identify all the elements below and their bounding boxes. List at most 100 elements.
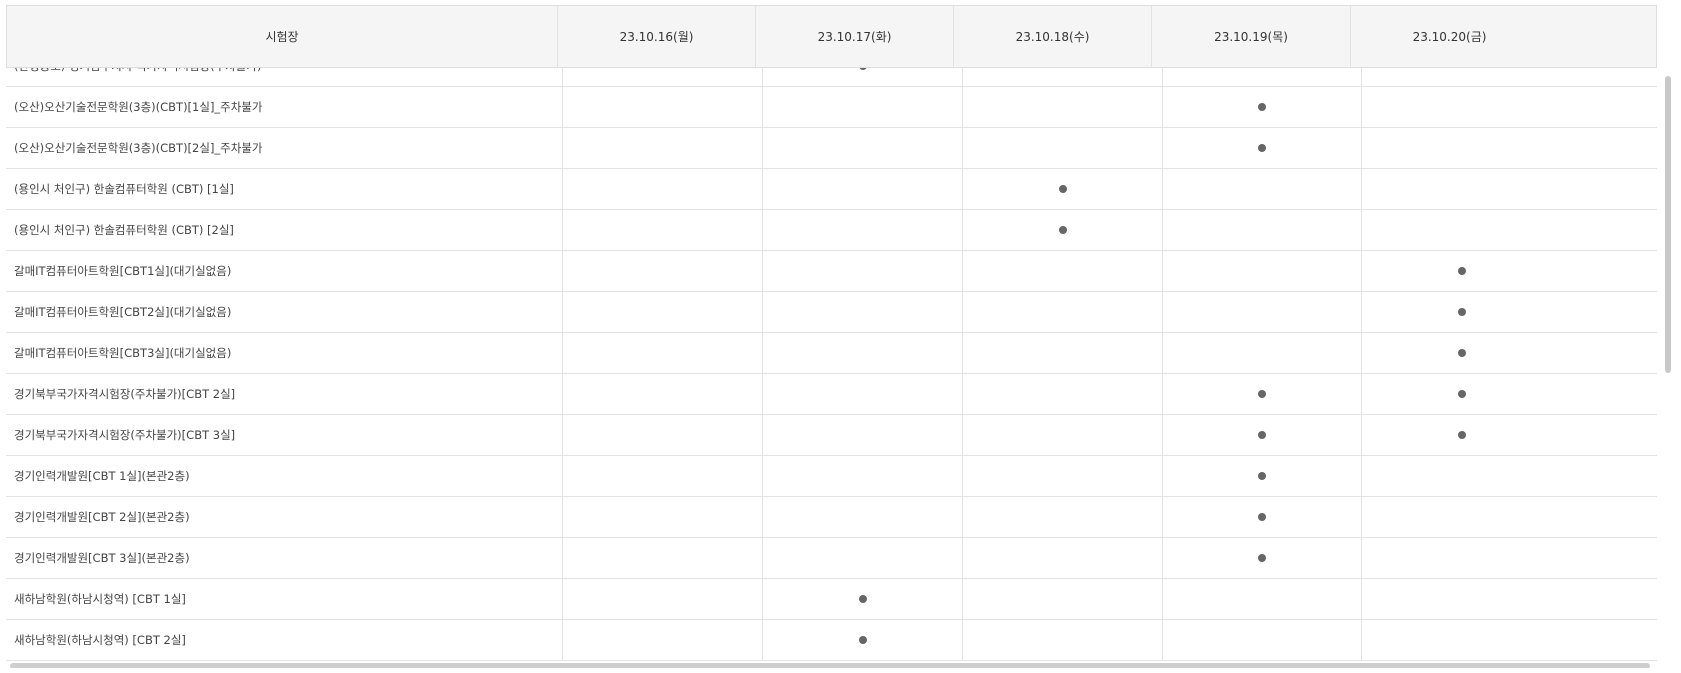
- table-row: 갈매IT컴퓨터아트학원[CBT1실](대기실없음): [6, 251, 1657, 292]
- schedule-cell: [1361, 374, 1561, 414]
- schedule-cell: [1361, 620, 1561, 660]
- venue-name: 경기인력개발원[CBT 1실](본관2층): [14, 469, 190, 483]
- table-row: (오산)오산기술전문학원(3층)(CBT)[2실]_주차불가: [6, 128, 1657, 169]
- schedule-cell: [1162, 128, 1361, 168]
- schedule-cell: [762, 497, 962, 537]
- available-dot-icon: [1258, 144, 1266, 152]
- schedule-cell: [762, 456, 962, 496]
- header-date-4: 23.10.19(목): [1151, 6, 1350, 67]
- schedule-cell: [1361, 251, 1561, 291]
- venue-name: 새하남학원(하남시청역) [CBT 2실]: [14, 633, 186, 647]
- available-dot-icon: [1058, 185, 1067, 193]
- schedule-cell: [1361, 292, 1561, 332]
- schedule-cell: [962, 538, 1162, 578]
- venue-name: 경기북부국가자격시험장(주차불가)[CBT 3실]: [14, 428, 236, 442]
- schedule-cell: [1361, 210, 1561, 250]
- venue-name: 갈매IT컴퓨터아트학원[CBT1실](대기실없음): [14, 264, 232, 278]
- exam-schedule-table: 시험장 23.10.16(월) 23.10.17(화) 23.10.18(수) 23.1…: [6, 5, 1675, 668]
- schedule-cell: [1162, 292, 1361, 332]
- venue-name: (용인시 처인구) 한솔컴퓨터학원 (CBT) [2실]: [14, 223, 234, 237]
- schedule-cell: [1361, 415, 1561, 455]
- schedule-cell: [762, 87, 962, 127]
- schedule-cell: [962, 128, 1162, 168]
- schedule-cell: [962, 374, 1162, 414]
- schedule-cell: [1361, 333, 1561, 373]
- table-body: (안성공도) 경기남부지사 국가자격시험장(주차불가) (오산)오산기술전문학원(…: [6, 68, 1657, 668]
- schedule-cell: [1162, 456, 1361, 496]
- schedule-cell: [562, 415, 762, 455]
- available-dot-icon: [1258, 431, 1266, 439]
- schedule-cell: [1361, 579, 1561, 619]
- table-row: 경기인력개발원[CBT 1실](본관2층): [6, 456, 1657, 497]
- available-dot-icon: [1258, 472, 1266, 480]
- schedule-cell: [962, 579, 1162, 619]
- schedule-cell: [762, 210, 962, 250]
- schedule-cell: [562, 251, 762, 291]
- venue-name: (용인시 처인구) 한솔컴퓨터학원 (CBT) [1실]: [14, 182, 234, 196]
- header-date-1: 23.10.16(월): [557, 6, 755, 67]
- schedule-cell: [562, 169, 762, 209]
- schedule-cell: [962, 169, 1162, 209]
- schedule-cell: [562, 456, 762, 496]
- schedule-cell: [962, 620, 1162, 660]
- header-date-5: 23.10.20(금): [1350, 6, 1548, 67]
- schedule-cell: [762, 333, 962, 373]
- schedule-cell: [762, 292, 962, 332]
- schedule-cell: [562, 333, 762, 373]
- table-row: 갈매IT컴퓨터아트학원[CBT3실](대기실없음): [6, 333, 1657, 374]
- schedule-cell: [562, 620, 762, 660]
- schedule-cell: [962, 415, 1162, 455]
- header-venue: 시험장: [265, 30, 299, 44]
- schedule-cell: [1361, 456, 1561, 496]
- schedule-cell: [562, 497, 762, 537]
- table-row: 새하남학원(하남시청역) [CBT 1실]: [6, 579, 1657, 620]
- schedule-cell: [562, 68, 762, 86]
- schedule-cell: [962, 333, 1162, 373]
- schedule-cell: [1162, 87, 1361, 127]
- schedule-cell: [1162, 251, 1361, 291]
- schedule-cell: [962, 292, 1162, 332]
- schedule-cell: [1361, 497, 1561, 537]
- schedule-cell: [1361, 538, 1561, 578]
- table-row: 경기북부국가자격시험장(주차불가)[CBT 2실]: [6, 374, 1657, 415]
- available-dot-icon: [858, 595, 867, 603]
- venue-name: 갈매IT컴퓨터아트학원[CBT3실](대기실없음): [14, 346, 232, 360]
- schedule-cell: [1162, 579, 1361, 619]
- schedule-cell: [1162, 374, 1361, 414]
- available-dot-icon: [858, 636, 867, 644]
- available-dot-icon: [1457, 308, 1466, 316]
- schedule-cell: [562, 374, 762, 414]
- available-dot-icon: [858, 68, 867, 70]
- schedule-cell: [562, 87, 762, 127]
- table-row: (안성공도) 경기남부지사 국가자격시험장(주차불가): [6, 68, 1657, 87]
- schedule-cell: [562, 210, 762, 250]
- venue-name: (오산)오산기술전문학원(3층)(CBT)[2실]_주차불가: [14, 141, 263, 155]
- schedule-cell: [762, 68, 962, 86]
- schedule-cell: [762, 374, 962, 414]
- venue-name: 경기인력개발원[CBT 2실](본관2층): [14, 510, 190, 524]
- venue-name: (안성공도) 경기남부지사 국가자격시험장(주차불가): [6, 68, 562, 86]
- table-row: (용인시 처인구) 한솔컴퓨터학원 (CBT) [1실]: [6, 169, 1657, 210]
- header-date-3: 23.10.18(수): [953, 6, 1151, 67]
- schedule-cell: [1162, 415, 1361, 455]
- schedule-cell: [962, 210, 1162, 250]
- schedule-cell: [1162, 68, 1361, 86]
- schedule-cell: [762, 620, 962, 660]
- table-row: (용인시 처인구) 한솔컴퓨터학원 (CBT) [2실]: [6, 210, 1657, 251]
- schedule-cell: [962, 456, 1162, 496]
- schedule-cell: [562, 538, 762, 578]
- available-dot-icon: [1457, 349, 1466, 357]
- schedule-cell: [562, 128, 762, 168]
- schedule-cell: [1361, 169, 1561, 209]
- schedule-cell: [762, 169, 962, 209]
- table-header: 시험장 23.10.16(월) 23.10.17(화) 23.10.18(수) 23.1…: [6, 5, 1657, 68]
- vertical-scrollbar[interactable]: [1665, 76, 1671, 373]
- schedule-cell: [1162, 538, 1361, 578]
- table-row: 경기북부국가자격시험장(주차불가)[CBT 3실]: [6, 415, 1657, 456]
- table-row: 경기인력개발원[CBT 2실](본관2층): [6, 497, 1657, 538]
- table-row: 새하남학원(하남시청역) [CBT 2실]: [6, 620, 1657, 661]
- schedule-cell: [562, 579, 762, 619]
- table-row: 갈매IT컴퓨터아트학원[CBT2실](대기실없음): [6, 292, 1657, 333]
- schedule-cell: [962, 251, 1162, 291]
- horizontal-scrollbar[interactable]: [10, 663, 1650, 668]
